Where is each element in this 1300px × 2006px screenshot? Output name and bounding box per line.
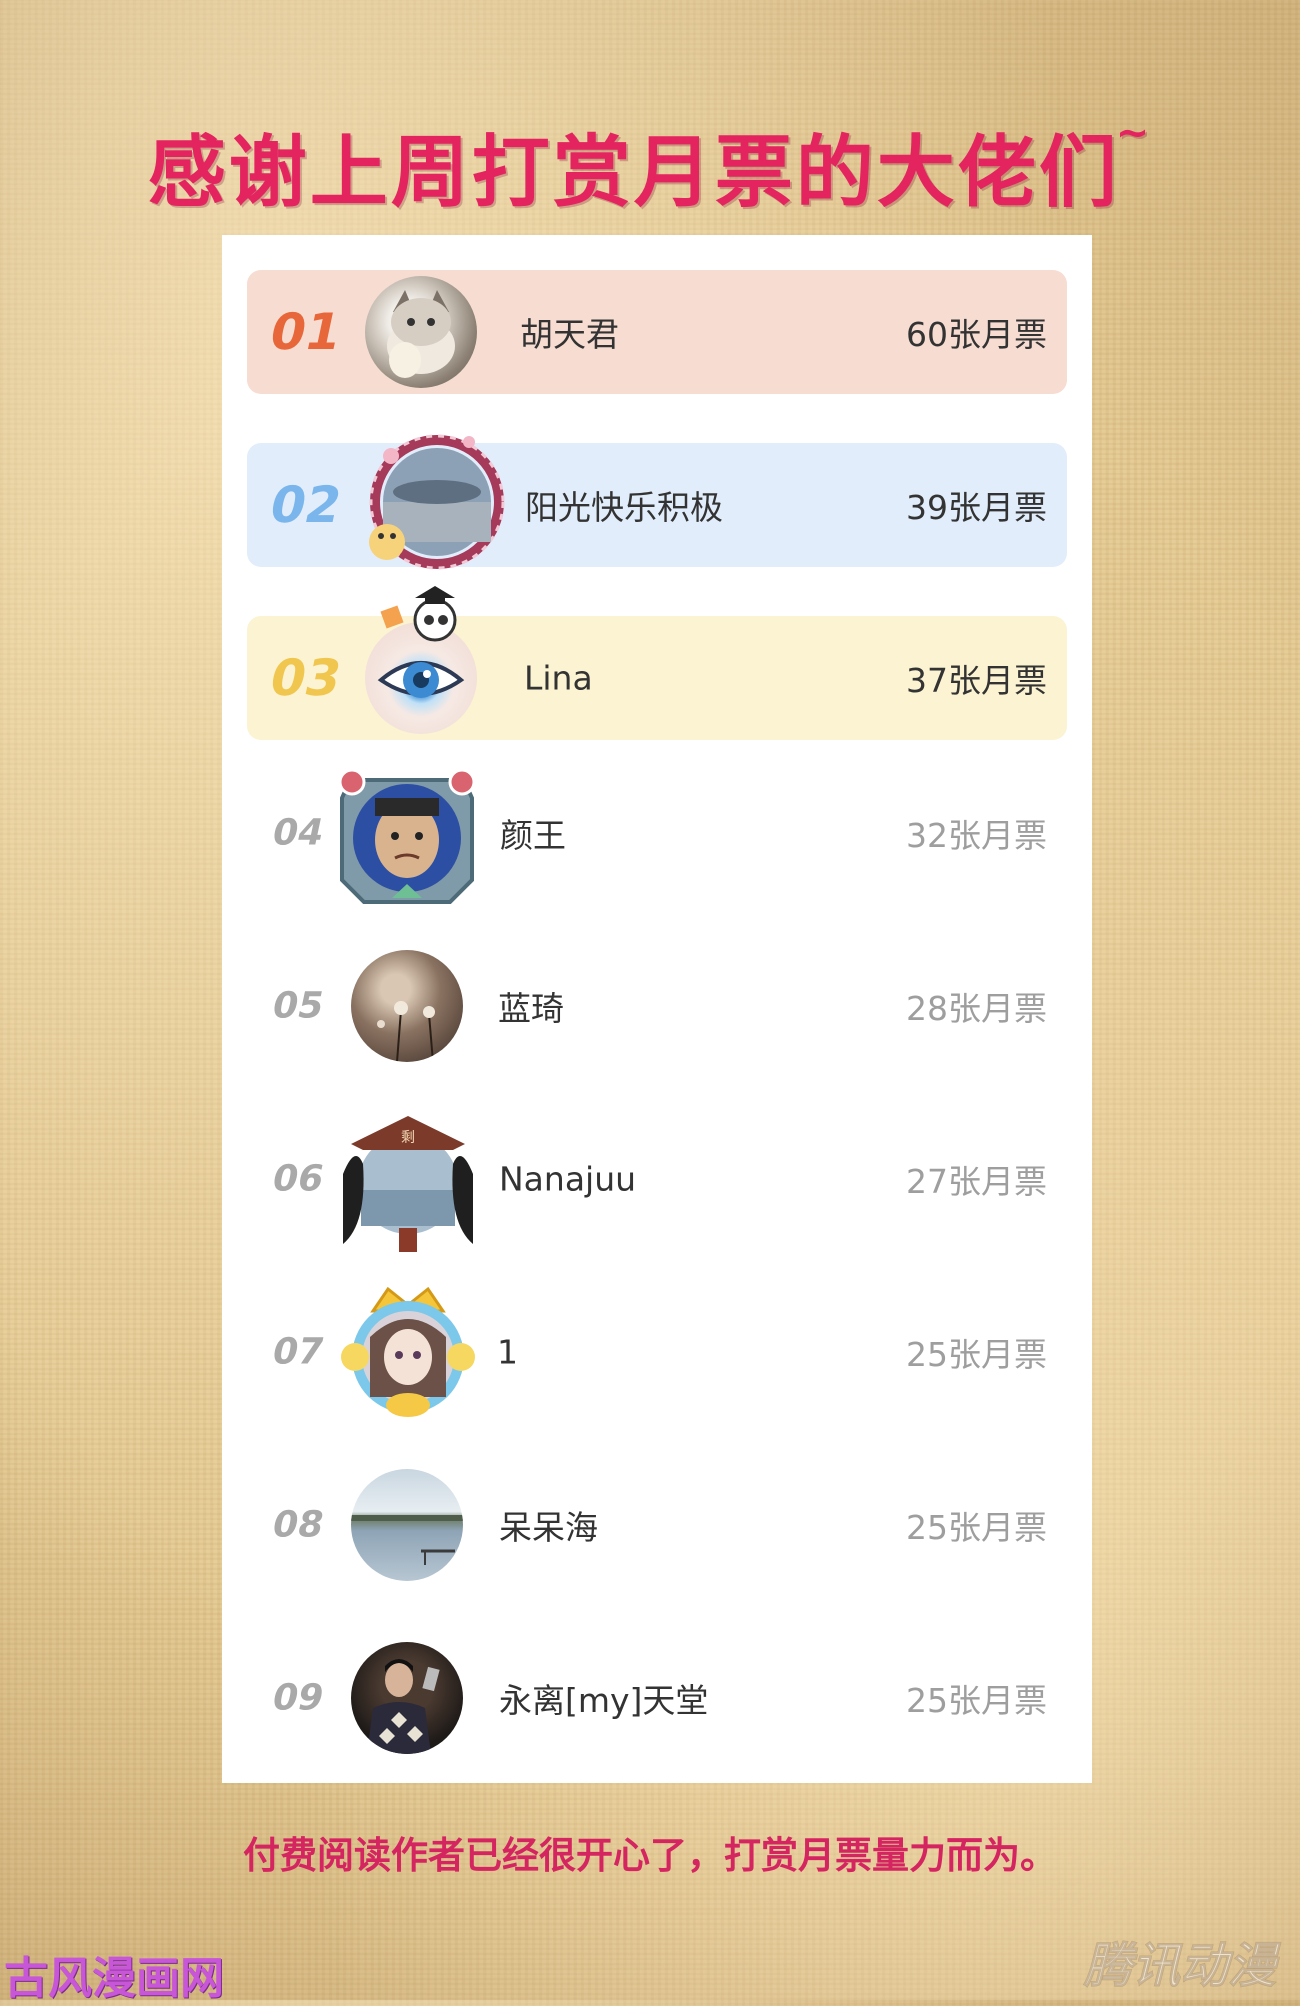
user-name: 阳光快乐积极: [525, 488, 723, 527]
user-name: 1: [497, 1332, 518, 1372]
rank-number: 05: [268, 985, 328, 1027]
vote-count: 27张月票: [906, 1162, 1047, 1201]
vote-count: 60张月票: [906, 315, 1047, 354]
leaderboard-row-9: 09 永离[my]天堂 25张月票: [247, 1636, 1067, 1760]
avatar-frame-icon: [341, 1286, 475, 1417]
vote-count: 39张月票: [906, 488, 1047, 527]
user-name: 蓝琦: [498, 989, 564, 1028]
user-name: 胡天君: [520, 315, 619, 354]
avatar: [351, 950, 463, 1062]
rank-number: 07: [268, 1331, 328, 1373]
avatar-frame-icon: [369, 434, 505, 570]
person-avatar-icon: [367, 1659, 440, 1754]
leaderboard-row-4: 04 颜王 32张月票: [247, 768, 1067, 904]
leaderboard-row-5: 05 蓝琦 28张月票: [247, 944, 1067, 1068]
vote-count: 25张月票: [906, 1681, 1047, 1720]
rank-number: 09: [268, 1677, 328, 1719]
vote-count: 25张月票: [906, 1335, 1047, 1374]
user-name: Lina: [524, 658, 593, 698]
avatar: [351, 1642, 463, 1754]
leaderboard-row-6: 06 剩 Nanajuu 27张月票: [247, 1116, 1067, 1252]
footer-note: 付费阅读作者已经很开心了，打赏月票量力而为。: [243, 1834, 1057, 1877]
rank-number: 06: [268, 1158, 328, 1200]
cat-avatar-icon: [387, 290, 455, 378]
page-title-tilde: ~: [1115, 110, 1153, 156]
user-name: 永离[my]天堂: [499, 1681, 709, 1720]
page-title-text: 感谢上周打赏月票的大佬们: [147, 128, 1120, 218]
dandelion-avatar-icon: [377, 1001, 435, 1062]
rank-number: 01: [264, 303, 347, 361]
rank-number: 08: [268, 1504, 328, 1546]
vote-count: 37张月票: [906, 661, 1047, 700]
user-name: 颜王: [500, 816, 566, 855]
avatar: [351, 1469, 463, 1581]
user-name: Nanajuu: [499, 1159, 637, 1199]
vote-count: 25张月票: [906, 1508, 1047, 1547]
svg-text:剩: 剩: [401, 1130, 415, 1146]
lake-landscape-avatar-icon: [351, 1515, 463, 1565]
avatar: [365, 276, 477, 388]
leaderboard-row-3: 03 Lina 37张月票: [247, 586, 1067, 740]
vote-count: 28张月票: [906, 989, 1047, 1028]
watermark-left: 古风漫画网: [4, 1953, 224, 2004]
vote-count: 32张月票: [906, 816, 1047, 855]
avatar-frame-icon: 剩: [343, 1116, 473, 1252]
rank-number: 04: [268, 812, 328, 854]
graduation-owl-icon: [380, 586, 457, 642]
leaderboard-row-7: 07 1 25张月票: [247, 1286, 1067, 1417]
user-name: 呆呆海: [499, 1508, 598, 1547]
watermark-right: 腾讯动漫: [1083, 1938, 1276, 1995]
leaderboard-row-8: 08 呆呆海 25张月票: [247, 1463, 1067, 1587]
leaderboard-row-2: 02 阳光快乐积极 39张月票: [247, 434, 1067, 570]
rank-number: 03: [264, 649, 347, 707]
page-title: 感谢上周打赏月票的大佬们~: [0, 110, 1300, 222]
leaderboard-card: 01 胡天君 60张月票 02 阳光快乐积极 39张月票 03 Lina 37张…: [222, 235, 1092, 1783]
avatar-frame-icon: [338, 768, 476, 904]
leaderboard-row-1: 01 胡天君 60张月票: [247, 270, 1067, 394]
rank-number: 02: [264, 476, 347, 534]
